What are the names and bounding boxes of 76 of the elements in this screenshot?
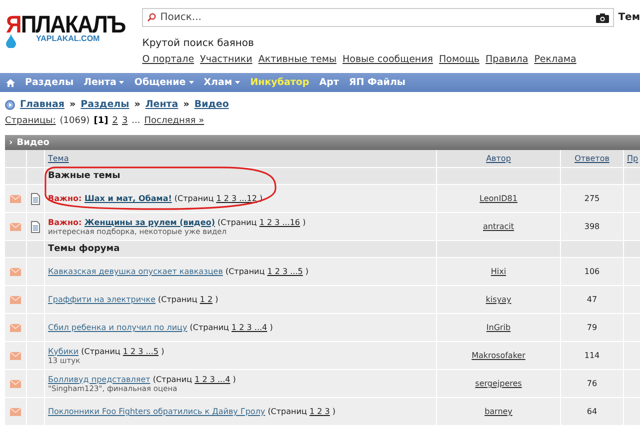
envelope-icon: [10, 194, 21, 202]
author-link[interactable]: Makrosofaker: [472, 351, 526, 360]
column-header[interactable]: Автор: [486, 154, 511, 163]
envelope-icon: [10, 324, 21, 332]
top-link[interactable]: Новые сообщения: [342, 54, 434, 65]
drop-icon: [6, 34, 16, 48]
author-link[interactable]: antracit: [482, 222, 514, 231]
breadcrumb-separator: »: [183, 99, 190, 110]
camera-icon[interactable]: [596, 12, 610, 22]
column-header[interactable]: Пр: [627, 154, 638, 163]
reply-count: 398: [584, 222, 600, 231]
page-link[interactable]: 3: [122, 116, 128, 126]
breadcrumb-link[interactable]: Разделы: [80, 99, 130, 110]
search-input[interactable]: Поиск...: [160, 12, 592, 23]
author-link[interactable]: sergejperes: [475, 379, 522, 388]
reply-count: 76: [586, 379, 598, 388]
envelope-icon: [10, 296, 21, 304]
forum-title: Видео: [16, 138, 50, 148]
topic-title: Кавказская девушка опускает кавказцев (Страниц 1 2 3 ...5 ): [48, 267, 309, 276]
envelope-icon: [10, 352, 21, 360]
arrow-circle-icon: [5, 100, 15, 110]
breadcrumb-separator: »: [70, 99, 76, 110]
top-link[interactable]: Правила: [486, 54, 528, 65]
top-link[interactable]: Участники: [200, 54, 252, 65]
breadcrumb-link[interactable]: Лента: [145, 99, 178, 110]
tagline: Крутой поиск баянов: [142, 38, 255, 49]
caret-icon[interactable]: [188, 81, 194, 84]
author-link[interactable]: LeonID81: [480, 194, 518, 203]
caret-icon[interactable]: [119, 81, 124, 84]
envelope-icon: [10, 380, 21, 388]
caret-icon[interactable]: [235, 81, 240, 84]
reply-count: 275: [584, 194, 600, 203]
reply-count: 47: [586, 295, 598, 304]
envelope-icon: [10, 268, 21, 276]
header-cell: [5, 150, 27, 168]
breadcrumb-separator: »: [134, 99, 140, 110]
topic-title: Поклонники Foo Fighters обратились к Дайву Гролу (Страниц 1 2 3 ): [48, 407, 336, 416]
top-link[interactable]: Помощь: [439, 54, 480, 65]
top-link[interactable]: Активные темы: [258, 54, 336, 65]
author-link[interactable]: InGrib: [486, 323, 511, 332]
page-link[interactable]: 2: [112, 116, 118, 126]
top-link[interactable]: О портале: [142, 54, 194, 65]
page-text: ...: [132, 116, 140, 126]
topic-title: Важно: Женщины за рулем (видео) (Страниц 1 2 3 ...16 ): [48, 218, 306, 226]
section-heading: Темы форума: [48, 244, 120, 254]
topic-title: Болливуд представляет (Страниц 1 2 3 ...4 ): [48, 374, 236, 384]
column-header[interactable]: Ответов: [574, 154, 610, 163]
document-icon: [31, 192, 40, 204]
home-icon[interactable]: [6, 78, 15, 86]
search-icon: [147, 13, 156, 22]
top-link[interactable]: Реклама: [534, 54, 576, 65]
column-header[interactable]: Тема: [48, 154, 69, 163]
author-link[interactable]: kisyay: [486, 295, 512, 304]
search-scope[interactable]: Тем: [618, 12, 640, 23]
page-link[interactable]: Последняя »: [144, 116, 204, 126]
envelope-icon: [10, 408, 21, 416]
envelope-icon: [10, 222, 21, 230]
topic-title: Сбил ребенка и получил по лицу (Страниц 1 2 3 ...4 ): [48, 323, 273, 332]
breadcrumb-link[interactable]: Видео: [194, 99, 229, 110]
logo-domain[interactable]: YAPLAKAL.COM: [36, 34, 100, 43]
reply-count: 64: [586, 407, 598, 416]
section-heading: Важные темы: [48, 171, 120, 181]
breadcrumb-link[interactable]: Главная: [20, 99, 65, 110]
topic-title: Кубики (Страниц 1 2 3 ...5 ): [48, 346, 164, 356]
topic-title: Граффити на электричке (Страниц 1 2 ): [48, 295, 218, 304]
author-link[interactable]: barney: [484, 407, 512, 416]
page-text: (1069): [60, 116, 90, 126]
reply-count: 106: [584, 267, 600, 276]
document-icon: [31, 220, 40, 232]
page-link[interactable]: Страницы:: [5, 116, 56, 126]
collapse-marker[interactable]: ›: [9, 138, 13, 148]
reply-count: 79: [586, 323, 598, 332]
author-link[interactable]: Hixi: [490, 267, 506, 276]
reply-count: 114: [584, 351, 600, 360]
current-page: [1]: [94, 116, 108, 126]
search-field[interactable]: Поиск...: [142, 8, 614, 27]
